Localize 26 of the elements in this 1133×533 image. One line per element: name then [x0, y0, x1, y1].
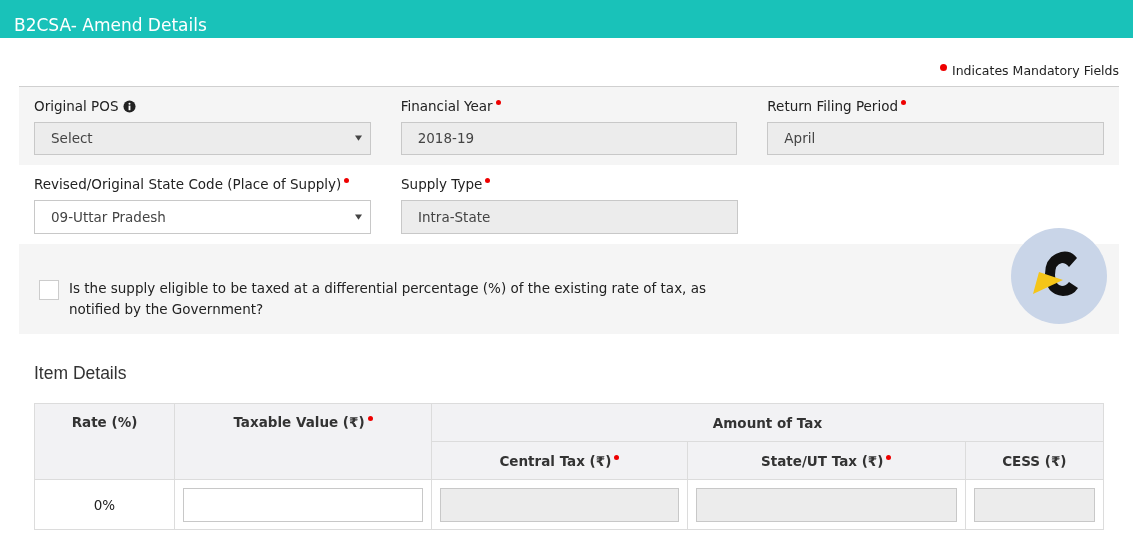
column-header: Rate (%) [34, 403, 175, 480]
required-dot-icon [940, 63, 947, 71]
checkbox-label: Is the supply eligible to be taxed at a differential percentage (%) of the existing rate of tax, as notified by the Government? [69, 279, 707, 319]
field-label: Supply Type [401, 176, 491, 192]
column-header: CESS (₹) [965, 441, 1104, 480]
required-dot-icon [886, 454, 892, 460]
table-cell: 0% [34, 479, 175, 530]
caret-icon [354, 135, 362, 142]
field-label: Financial Year [400, 98, 501, 114]
input-field[interactable] [183, 487, 423, 522]
field-label: Revised/Original State Code (Place of Supply) [34, 176, 350, 192]
logo-icon[interactable] [1011, 228, 1107, 324]
field-label: Original POS [34, 98, 138, 114]
column-header: Taxable Value (₹) [174, 403, 432, 480]
page-title: B2CSA- Amend Details [14, 15, 207, 37]
required-dot-icon [367, 416, 373, 421]
checkbox[interactable] [39, 280, 59, 300]
column-header: Central Tax (₹) [431, 441, 688, 480]
required-dot-icon [614, 454, 620, 460]
dropdown[interactable]: 09-Uttar Pradesh [34, 200, 371, 234]
section-heading: Item Details [34, 363, 128, 384]
column-header: State/UT Tax (₹) [687, 441, 966, 480]
column-group-header: Amount of Tax [431, 403, 1104, 442]
caret-icon [355, 214, 362, 220]
mandatory-note: Indicates Mandatory Fields [952, 62, 1119, 78]
field-label: Return Filing Period [767, 98, 906, 114]
